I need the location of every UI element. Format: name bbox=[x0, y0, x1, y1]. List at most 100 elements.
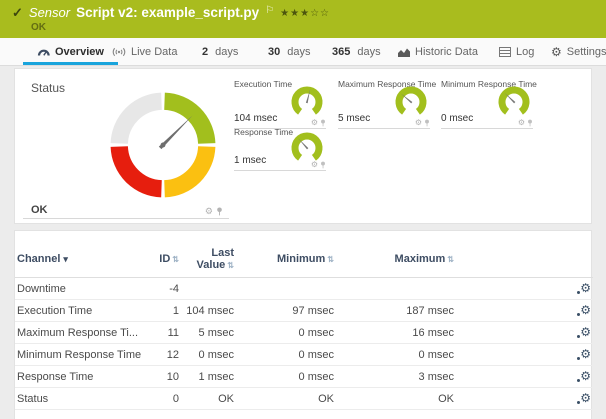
chart-icon bbox=[398, 47, 410, 57]
tab-day-count: 2 bbox=[202, 46, 208, 58]
tab-2-days[interactable]: 2 days bbox=[202, 38, 238, 65]
column-header-id[interactable]: ID⇅ bbox=[151, 245, 181, 278]
gauge-value: 0 msec bbox=[441, 113, 473, 124]
channel-maximum: OK bbox=[336, 388, 456, 410]
pin-icon[interactable] bbox=[320, 161, 326, 169]
sensor-type-label: Sensor bbox=[29, 5, 70, 20]
tab-label: days bbox=[287, 46, 310, 58]
channel-last-value bbox=[181, 278, 236, 300]
tab-day-count: 30 bbox=[268, 46, 280, 58]
page-title: Script v2: example_script.py bbox=[76, 5, 259, 20]
table-header-row: Channel▾ ID⇅ Last Value⇅ Minimum⇅ Maximu… bbox=[15, 245, 593, 278]
tab-overview[interactable]: Overview bbox=[37, 38, 104, 65]
panel-gear-icon[interactable]: ⚙ bbox=[415, 119, 422, 127]
tab-label: days bbox=[215, 46, 238, 58]
channel-minimum: 0 msec bbox=[236, 322, 336, 344]
panel-gear-icon[interactable]: ⚙ bbox=[311, 161, 318, 169]
status-panel: Status OK ⚙ bbox=[23, 77, 229, 219]
channel-maximum: 3 msec bbox=[336, 366, 456, 388]
gauge-label: Execution Time bbox=[234, 79, 292, 89]
table-row: Minimum Response Time 12 0 msec 0 msec 0… bbox=[15, 344, 593, 366]
panel-gear-icon[interactable]: ⚙ bbox=[205, 207, 213, 216]
column-header-minimum[interactable]: Minimum⇅ bbox=[236, 245, 336, 278]
sort-icon: ⇅ bbox=[447, 255, 454, 264]
priority-stars[interactable]: ★★★☆☆ bbox=[280, 8, 330, 19]
tab-label: Historic Data bbox=[415, 46, 478, 58]
channel-maximum: 187 msec bbox=[336, 300, 456, 322]
channel-last-value: 1 msec bbox=[181, 366, 236, 388]
channel-table-card: Channel▾ ID⇅ Last Value⇅ Minimum⇅ Maximu… bbox=[14, 230, 592, 419]
panel-gear-icon[interactable]: ⚙ bbox=[518, 119, 525, 127]
channel-name: Status bbox=[15, 388, 151, 410]
tab-day-count: 365 bbox=[332, 46, 350, 58]
tab-365-days[interactable]: 365 days bbox=[332, 38, 381, 65]
channel-minimum bbox=[236, 278, 336, 300]
channel-id: -4 bbox=[151, 278, 181, 300]
channel-settings-gear-icon[interactable]: ⚙ bbox=[580, 282, 591, 294]
gauge-panel-response-time: Response Time 1 msec ⚙ bbox=[234, 127, 326, 171]
column-header-channel[interactable]: Channel▾ bbox=[15, 245, 151, 278]
tab-label: Live Data bbox=[131, 46, 177, 58]
flag-icon[interactable]: ⚐ bbox=[265, 5, 274, 16]
channel-settings-gear-icon[interactable]: ⚙ bbox=[580, 348, 591, 360]
sensor-status-text: OK bbox=[31, 22, 46, 33]
gauge-panel-execution-time: Execution Time 104 msec ⚙ bbox=[234, 79, 326, 129]
execution-time-gauge bbox=[290, 85, 324, 119]
channel-settings-gear-icon[interactable]: ⚙ bbox=[580, 370, 591, 382]
gear-icon: ⚙ bbox=[551, 45, 562, 59]
channel-id: 12 bbox=[151, 344, 181, 366]
column-header-last-value[interactable]: Last Value⇅ bbox=[181, 245, 236, 278]
status-value: OK bbox=[31, 204, 48, 216]
tab-live-data[interactable]: Live Data bbox=[112, 38, 177, 65]
panel-gear-icon[interactable]: ⚙ bbox=[311, 119, 318, 127]
tab-log[interactable]: Log bbox=[499, 38, 534, 65]
column-header-maximum[interactable]: Maximum⇅ bbox=[336, 245, 456, 278]
channel-last-value: 104 msec bbox=[181, 300, 236, 322]
pin-icon[interactable] bbox=[216, 207, 223, 216]
gauge-icon bbox=[37, 46, 50, 57]
table-row: Execution Time 1 104 msec 97 msec 187 ms… bbox=[15, 300, 593, 322]
gauge-value: 1 msec bbox=[234, 155, 266, 166]
channel-table: Channel▾ ID⇅ Last Value⇅ Minimum⇅ Maximu… bbox=[15, 245, 593, 410]
tab-30-days[interactable]: 30 days bbox=[268, 38, 311, 65]
sort-icon: ⇅ bbox=[227, 261, 234, 270]
channel-id: 0 bbox=[151, 388, 181, 410]
minimum-response-time-gauge bbox=[497, 85, 531, 119]
log-icon bbox=[499, 47, 511, 57]
pin-icon[interactable] bbox=[527, 119, 533, 127]
channel-settings-gear-icon[interactable]: ⚙ bbox=[580, 304, 591, 316]
table-row: Maximum Response Ti... 11 5 msec 0 msec … bbox=[15, 322, 593, 344]
overview-gauges-card: Status OK ⚙ Execution Time 104 msec ⚙ bbox=[14, 68, 592, 224]
tab-label: Overview bbox=[55, 46, 104, 58]
channel-minimum: 0 msec bbox=[236, 344, 336, 366]
response-time-gauge bbox=[290, 131, 324, 165]
sort-icon: ⇅ bbox=[327, 255, 334, 264]
tab-settings[interactable]: ⚙ Settings bbox=[551, 38, 606, 65]
sensor-header: ✓ Sensor Script v2: example_script.py ⚐ … bbox=[0, 0, 606, 38]
sort-icon: ⇅ bbox=[172, 255, 179, 264]
channel-name: Response Time bbox=[15, 366, 151, 388]
channel-last-value: 5 msec bbox=[181, 322, 236, 344]
gauge-value: 5 msec bbox=[338, 113, 370, 124]
channel-id: 11 bbox=[151, 322, 181, 344]
tab-historic-data[interactable]: Historic Data bbox=[398, 38, 478, 65]
gauge-panel-maximum-response-time: Maximum Response Time 5 msec ⚙ bbox=[338, 79, 430, 129]
gauge-value: 104 msec bbox=[234, 113, 277, 124]
pin-icon[interactable] bbox=[424, 119, 430, 127]
tab-bar: Overview Live Data 2 days 30 days 365 da… bbox=[0, 38, 606, 66]
channel-name: Execution Time bbox=[15, 300, 151, 322]
table-row: Response Time 10 1 msec 0 msec 3 msec ⚙ bbox=[15, 366, 593, 388]
channel-name: Downtime bbox=[15, 278, 151, 300]
pin-icon[interactable] bbox=[320, 119, 326, 127]
sort-down-icon: ▾ bbox=[63, 254, 68, 264]
channel-minimum: 97 msec bbox=[236, 300, 336, 322]
channel-id: 1 bbox=[151, 300, 181, 322]
table-row: Status 0 OK OK OK ⚙ bbox=[15, 388, 593, 410]
status-panel-title: Status bbox=[31, 81, 65, 95]
maximum-response-time-gauge bbox=[394, 85, 428, 119]
channel-settings-gear-icon[interactable]: ⚙ bbox=[580, 392, 591, 404]
gauge-panel-minimum-response-time: Minimum Response Time 0 msec ⚙ bbox=[441, 79, 533, 129]
status-check-icon: ✓ bbox=[12, 5, 23, 21]
channel-minimum: OK bbox=[236, 388, 336, 410]
channel-settings-gear-icon[interactable]: ⚙ bbox=[580, 326, 591, 338]
